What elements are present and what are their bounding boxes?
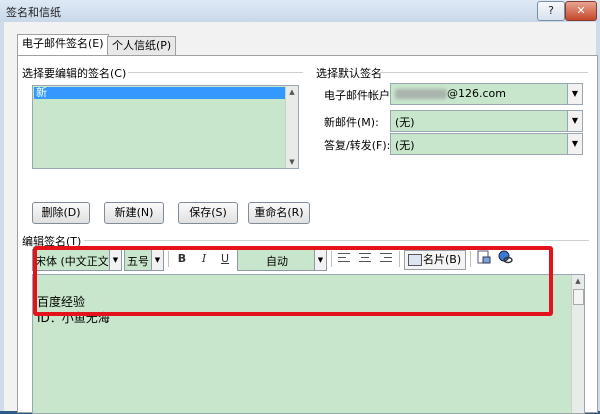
rename-button[interactable]: 重命名(R) (248, 202, 310, 224)
replies-label: 答复/转发(F): (324, 139, 391, 152)
editor-scrollbar[interactable]: ▲ (571, 275, 584, 413)
redacted-account-name (395, 89, 447, 99)
window-title: 签名和信纸 (6, 6, 61, 19)
red-highlight-box (33, 246, 553, 316)
account-domain: @126.com (447, 87, 506, 100)
select-signature-heading: 选择要编辑的签名(C) (22, 67, 127, 80)
save-button[interactable]: 保存(S) (178, 202, 238, 224)
signature-listbox[interactable]: 新 ▲ ▼ (32, 85, 299, 169)
chevron-down-icon[interactable]: ▼ (567, 111, 582, 131)
new-messages-select[interactable]: (无) ▼ (390, 110, 583, 132)
new-messages-label: 新邮件(M): (324, 116, 379, 129)
chevron-down-icon[interactable]: ▼ (567, 84, 582, 104)
signatures-dialog: 签名和信纸 ? ✕ 电子邮件签名(E) 个人信纸(P) 选择要编辑的签名(C) … (0, 0, 600, 414)
replies-select[interactable]: (无) ▼ (390, 133, 583, 155)
list-item[interactable]: 新 (34, 87, 286, 99)
help-icon: ? (548, 4, 554, 17)
help-button[interactable]: ? (537, 1, 565, 21)
tab-email-signature[interactable]: 电子邮件签名(E) (17, 34, 109, 56)
close-button[interactable]: ✕ (565, 1, 597, 21)
default-signature-heading: 选择默认签名 (316, 67, 382, 80)
close-icon: ✕ (576, 4, 586, 17)
scroll-down-icon[interactable]: ▼ (286, 156, 298, 168)
dialog-body: 电子邮件签名(E) 个人信纸(P) 选择要编辑的签名(C) 新 ▲ ▼ 删除(D… (4, 22, 598, 414)
new-button[interactable]: 新建(N) (104, 202, 164, 224)
delete-button[interactable]: 删除(D) (32, 202, 90, 224)
scroll-thumb[interactable] (573, 289, 584, 305)
tab-personal-stationery[interactable]: 个人信纸(P) (107, 36, 177, 55)
account-select[interactable]: @126.com ▼ (390, 83, 583, 105)
divider (84, 240, 589, 241)
new-messages-value: (无) (395, 116, 415, 129)
scroll-up-icon[interactable]: ▲ (572, 275, 584, 287)
chevron-down-icon[interactable]: ▼ (567, 134, 582, 154)
replies-value: (无) (395, 139, 415, 152)
email-signature-panel: 选择要编辑的签名(C) 新 ▲ ▼ 删除(D) 新建(N) 保存(S) 重命名(… (17, 55, 598, 414)
list-scrollbar[interactable]: ▲ ▼ (285, 86, 298, 168)
divider (128, 72, 303, 73)
title-bar: 签名和信纸 ? ✕ (0, 0, 600, 22)
scroll-up-icon[interactable]: ▲ (286, 86, 298, 98)
divider (380, 72, 588, 73)
